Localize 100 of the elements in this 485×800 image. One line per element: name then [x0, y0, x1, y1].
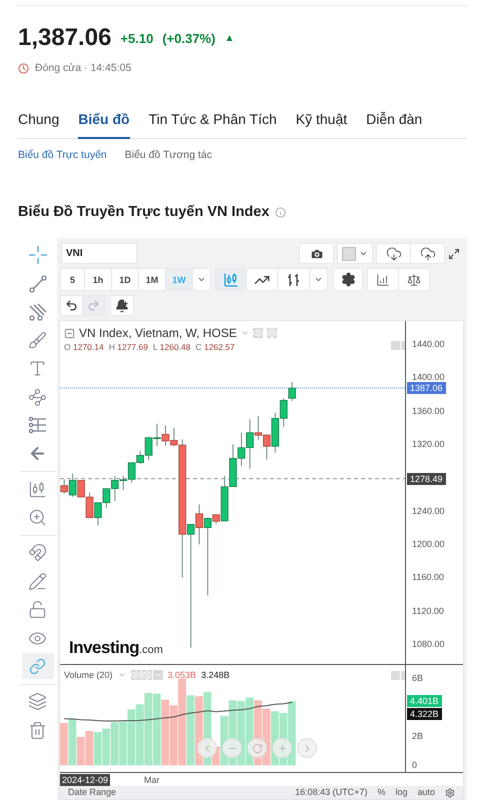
date-range-button[interactable]: Date Range	[68, 787, 116, 798]
candlestick-icon[interactable]	[28, 480, 47, 499]
snapshot-button[interactable]	[299, 243, 334, 264]
volume-bar	[136, 704, 144, 766]
series-title: VN Index, Vietnam, W, HOSE	[79, 326, 237, 340]
interval-button[interactable]: 1D	[111, 268, 139, 291]
levels-icon[interactable]	[28, 415, 48, 436]
scale-icon[interactable]	[407, 272, 421, 286]
interval-button[interactable]: 5	[60, 268, 85, 291]
scale-option[interactable]: auto	[417, 787, 435, 798]
tab[interactable]: Biểu đồ	[78, 111, 130, 139]
brush-icon[interactable]	[28, 330, 47, 350]
axis-label: 1320.00	[412, 439, 445, 449]
volume-bar	[102, 728, 110, 766]
text-icon[interactable]	[28, 359, 47, 378]
link-icon[interactable]	[29, 658, 46, 675]
ohlc-value: C 1262.57	[196, 342, 235, 352]
tab[interactable]: Chung	[18, 111, 60, 139]
undo-icon[interactable]	[65, 299, 78, 312]
compare-button[interactable]	[398, 268, 430, 291]
indicators-icon[interactable]	[376, 272, 390, 286]
clock-icon	[18, 62, 29, 74]
axis-label: 0	[412, 760, 418, 770]
interval-button[interactable]: 1h	[84, 268, 112, 291]
average-badge: 4.322B	[407, 708, 442, 720]
settings-icon[interactable]	[340, 272, 356, 287]
tab[interactable]: Diễn đàn	[366, 111, 422, 139]
fork-lines-icon[interactable]	[28, 302, 48, 322]
cloud-download-icon[interactable]	[386, 246, 402, 262]
axis-label: 1240.00	[412, 506, 445, 516]
load-button[interactable]	[376, 243, 411, 264]
section-title: Biểu Đồ Truyền Trực tuyến VN Index	[18, 204, 270, 220]
caret-icon[interactable]	[359, 249, 368, 258]
color-swatch[interactable]	[342, 246, 356, 260]
pencil-icon[interactable]	[28, 572, 47, 591]
zoom-in-icon[interactable]	[28, 508, 47, 528]
candlestick-icon[interactable]	[223, 272, 239, 288]
ohlc-value: H 1277.69	[108, 342, 148, 352]
axis-label: 1160.00	[412, 572, 444, 582]
date-badge: 2024-12-09	[60, 774, 110, 786]
interval-button[interactable]: 1M	[138, 268, 166, 291]
bars-icon[interactable]	[286, 272, 302, 288]
save-button[interactable]	[410, 243, 445, 264]
market-status: Đóng cửa · 14:45:05	[35, 62, 132, 74]
cloud-upload-icon[interactable]	[420, 246, 436, 262]
volume-badge: 4.401B	[407, 695, 442, 707]
trend-line-icon[interactable]	[28, 274, 48, 294]
magnet-icon[interactable]	[28, 543, 47, 562]
scale-option[interactable]: log	[395, 787, 408, 798]
axis-label: 1400.00	[412, 372, 445, 382]
volume-bar	[288, 701, 296, 766]
layers-icon[interactable]	[28, 692, 47, 712]
caret-icon[interactable]	[314, 275, 323, 284]
investing-logo: Investing.com	[69, 638, 163, 658]
tool-button[interactable]	[22, 653, 54, 680]
settings-button[interactable]	[333, 268, 363, 291]
price-badge: 1387.06	[407, 382, 446, 394]
clock-time: 16:08:43 (UTC+7)	[295, 787, 368, 798]
volume-bar	[85, 730, 94, 766]
price-value: 1,387.06	[18, 24, 112, 52]
volume-value: 3.053B	[168, 670, 196, 680]
axis-label: 1200.00	[412, 539, 445, 549]
price-change: +5.10	[120, 30, 154, 46]
pattern-icon[interactable]	[28, 388, 47, 407]
ohlc-value: L 1260.48	[152, 342, 191, 352]
tab[interactable]: Kỹ thuật	[296, 111, 348, 139]
expand-icon[interactable]	[448, 248, 460, 260]
alert-button[interactable]	[110, 295, 134, 316]
symbol-field[interactable]: VNI	[61, 243, 137, 264]
axis-label: 2B	[412, 731, 424, 742]
color-button[interactable]	[337, 243, 373, 264]
axis-label: 1360.00	[412, 406, 445, 416]
price-badge: 1278.49	[407, 472, 446, 485]
caret-icon[interactable]	[197, 275, 206, 284]
indicators-button[interactable]	[367, 268, 399, 291]
percent-change: (+0.37%)	[162, 30, 216, 46]
ohlc-value: O 1270.14	[64, 342, 104, 352]
camera-icon[interactable]	[310, 246, 324, 260]
axis-label: 1080.00	[412, 639, 445, 649]
settings-icon[interactable]	[445, 788, 455, 798]
volume-bar	[161, 700, 170, 766]
undo-button[interactable]	[60, 295, 83, 316]
volume-value: 3.248B	[201, 670, 230, 680]
bell-plus-icon[interactable]	[115, 298, 129, 312]
chart-type-button[interactable]	[246, 268, 278, 291]
collapse-icon[interactable]	[64, 328, 75, 338]
crosshair-icon[interactable]	[28, 245, 48, 266]
axis-label: 1440.00	[412, 339, 445, 349]
scale-option[interactable]: %	[377, 787, 386, 798]
volume-title: Volume (20)	[64, 670, 113, 680]
subtab[interactable]: Biểu đồ Tương tác	[124, 149, 212, 161]
volume-bar	[94, 732, 102, 766]
unlock-icon[interactable]	[28, 600, 47, 620]
up-arrow-icon: ▲	[224, 32, 234, 44]
info-icon[interactable]	[275, 206, 286, 218]
chart-type-button[interactable]	[277, 268, 310, 291]
trash-icon[interactable]	[28, 720, 47, 740]
tab[interactable]: Tin Tức & Phân Tích	[148, 111, 277, 139]
subtab[interactable]: Biểu đồ Trực tuyến	[18, 149, 107, 161]
axis-label: 6B	[412, 672, 424, 683]
